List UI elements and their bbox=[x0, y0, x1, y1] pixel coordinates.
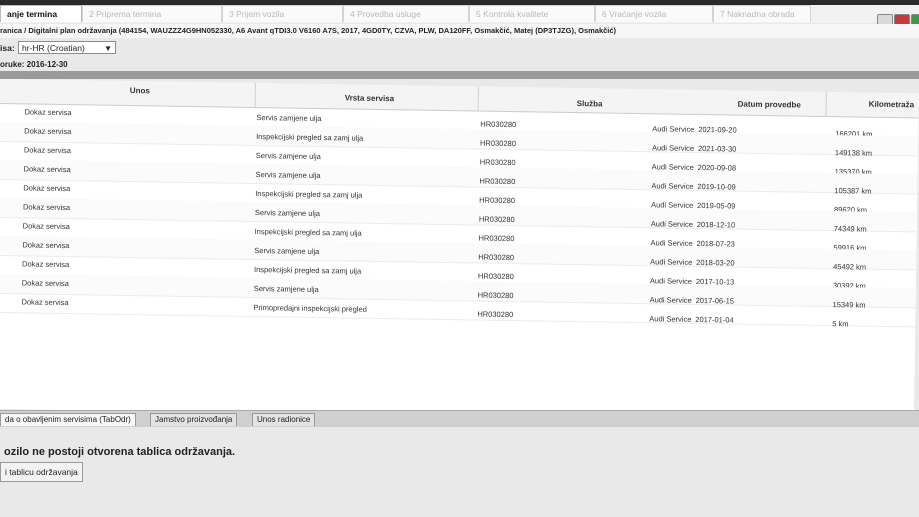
language-value: hr-HR (Croatian) bbox=[22, 43, 85, 53]
tab-appointment[interactable]: anje termina bbox=[0, 5, 82, 22]
tab-service-execution[interactable]: 4 Provedba usluge bbox=[343, 5, 469, 22]
cell-service-type: Servis zamjene ulja bbox=[256, 113, 322, 124]
tab-appointment-prep[interactable]: 2 Priprema termina bbox=[82, 5, 222, 22]
cell-unos: Dokaz servisa bbox=[23, 183, 71, 194]
cell-service-type: Servis zamjene ulja bbox=[254, 246, 320, 257]
cell-unos: Dokaz servisa bbox=[22, 240, 70, 251]
cell-unos: Dokaz servisa bbox=[24, 126, 72, 137]
cell-service-type: Primopredajni inspekcijski pregled bbox=[253, 303, 367, 314]
tab-vehicle-return[interactable]: 6 Vraćanje vozila bbox=[595, 5, 713, 22]
delivery-date: oruke: 2016-12-30 bbox=[0, 60, 68, 69]
tab-workshop-entry[interactable]: Unos radionice bbox=[252, 413, 316, 426]
chevron-down-icon: ▼ bbox=[104, 44, 112, 53]
cell-service-type: Inspekcijski pregled sa zamj ulja bbox=[253, 265, 362, 276]
cell-unos: Dokaz servisa bbox=[23, 145, 72, 156]
tab-service-records[interactable]: da o obavljenim servisima (TabOdr) bbox=[0, 413, 136, 426]
cell-mileage: 5 km bbox=[832, 319, 849, 329]
cell-service-type: Servis zamjene ulja bbox=[255, 170, 321, 181]
tab-vehicle-reception[interactable]: 3 Prijem vozila bbox=[222, 5, 343, 22]
cell-unos: Dokaz servisa bbox=[22, 202, 71, 213]
column-km[interactable]: Kilometraža bbox=[869, 100, 914, 110]
cell-service-code: HR030280 bbox=[479, 138, 516, 149]
cell-service-type: Inspekcijski pregled sa zamj ulja bbox=[255, 189, 363, 200]
cell-service-code: HR030280 bbox=[477, 271, 514, 282]
column-unos[interactable]: Unos bbox=[130, 86, 150, 95]
column-vrsta[interactable]: Vrsta servisa bbox=[345, 93, 395, 103]
language-select[interactable]: hr-HR (Croatian) ▼ bbox=[18, 41, 116, 54]
column-divider bbox=[254, 83, 256, 108]
cell-service-code: HR030280 bbox=[479, 157, 516, 168]
cell-provider: Audi Service bbox=[649, 314, 692, 324]
cell-unos: Dokaz servisa bbox=[22, 221, 70, 232]
cell-service-type: Servis zamjene ulja bbox=[254, 208, 321, 219]
open-maintenance-table-button[interactable]: i tablicu održavanja bbox=[0, 462, 83, 482]
tab-post-processing[interactable]: 7 Naknadna obrada bbox=[713, 5, 811, 22]
bottom-tab-bar: da o obavljenim servisima (TabOdr) Jamst… bbox=[0, 410, 919, 427]
cell-service-type: Servis zamjene ulja bbox=[255, 151, 321, 162]
cell-unos: Dokaz servisa bbox=[21, 278, 69, 289]
column-divider bbox=[825, 91, 827, 116]
column-sluzba[interactable]: Služba bbox=[577, 99, 603, 108]
cell-service-code: HR030280 bbox=[477, 309, 514, 320]
service-history-table: Unos Vrsta servisa Služba Datum provedbe… bbox=[0, 79, 919, 424]
cell-unos: Dokaz servisa bbox=[21, 297, 69, 308]
cell-unos: Dokaz servisa bbox=[22, 259, 70, 270]
cell-date: 2017-01-04 bbox=[695, 314, 734, 325]
vehicle-info-line: ranica / Digitalni plan održavanja (4841… bbox=[0, 24, 919, 38]
cell-service-code: HR030280 bbox=[478, 252, 515, 263]
tab-warranty[interactable]: Jamstvo proizvođanja bbox=[150, 413, 238, 426]
cell-service-code: HR030280 bbox=[479, 176, 516, 187]
column-divider bbox=[477, 86, 479, 111]
tab-quality-control[interactable]: 5 Kontrola kvalitete bbox=[469, 5, 595, 22]
cell-service-code: HR030280 bbox=[480, 119, 517, 130]
cell-service-type: Servis zamjene ulja bbox=[253, 284, 319, 295]
cell-service-code: HR030280 bbox=[478, 214, 515, 225]
cell-service-code: HR030280 bbox=[477, 290, 514, 301]
cell-service-type: Inspekcijski pregled sa zamj ulja bbox=[256, 132, 364, 143]
column-datum[interactable]: Datum provedbe bbox=[738, 100, 801, 110]
cell-service-code: HR030280 bbox=[478, 233, 515, 244]
cell-unos: Dokaz servisa bbox=[23, 164, 71, 175]
cell-service-code: HR030280 bbox=[479, 195, 516, 206]
cell-service-type: Inspekcijski pregled sa zamj ulja bbox=[254, 227, 362, 238]
table-top-bar bbox=[0, 71, 919, 79]
cell-unos: Dokaz servisa bbox=[24, 107, 72, 118]
no-plan-message: ozilo ne postoji otvorena tablica održav… bbox=[4, 446, 236, 458]
language-label: isa: bbox=[0, 43, 15, 53]
